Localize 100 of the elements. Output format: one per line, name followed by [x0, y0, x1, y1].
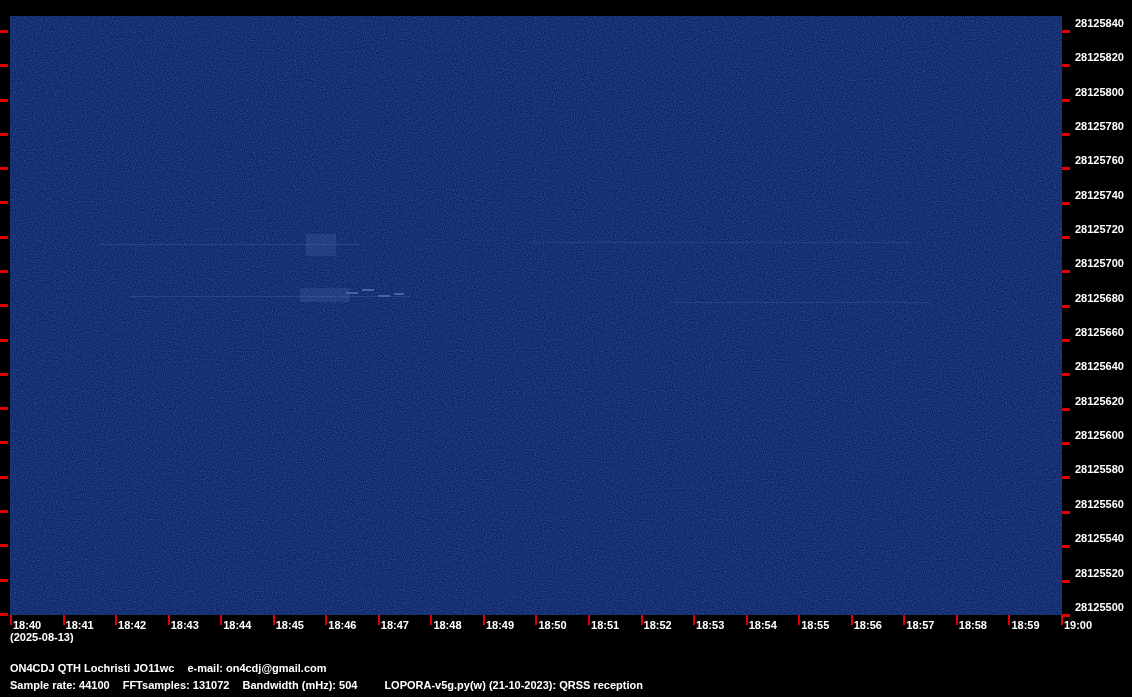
axis-tick — [1062, 236, 1070, 240]
axis-tick — [0, 235, 8, 239]
axis-tick — [0, 132, 8, 136]
time-label: 19:00 — [1063, 619, 1093, 631]
frequency-label: 28125600 — [1075, 429, 1124, 443]
axis-tick — [1062, 30, 1070, 33]
frequency-label: 28125620 — [1075, 394, 1124, 408]
info-text: LOPORA-v5g.py(w) (21-10-2023): QRSS reception — [384, 679, 643, 692]
axis-tick — [798, 615, 801, 625]
frequency-label: 28125680 — [1075, 291, 1124, 305]
axis-tick — [1062, 476, 1070, 480]
axis-tick — [0, 269, 8, 273]
frequency-label: 28125660 — [1075, 326, 1124, 340]
frequency-label: 28125500 — [1075, 600, 1124, 614]
axis-tick — [1008, 615, 1011, 625]
frequency-label: 28125640 — [1075, 360, 1124, 374]
frequency-label: 28125720 — [1075, 223, 1124, 237]
time-label: 18:49 — [485, 619, 515, 631]
info-text: ON4CDJ QTH Lochristi JO11wc — [10, 662, 175, 675]
axis-tick — [0, 612, 8, 616]
axis-tick — [0, 338, 8, 342]
time-label: 18:47 — [380, 619, 409, 631]
info-text: FFTsamples: 131072 — [122, 679, 230, 692]
axis-tick — [1062, 339, 1070, 343]
axis-tick — [482, 615, 485, 625]
time-label: 18:58 — [958, 619, 987, 631]
axis-tick — [1062, 64, 1070, 68]
frequency-label: 28125760 — [1075, 154, 1124, 168]
axis-tick — [1062, 407, 1070, 411]
axis-tick — [0, 407, 8, 411]
axis-tick — [535, 615, 538, 625]
axis-tick — [1062, 304, 1070, 308]
time-label: 18:51 — [591, 619, 620, 631]
axis-tick — [1062, 373, 1070, 377]
frequency-label: 28125560 — [1075, 497, 1124, 511]
time-label: 18:48 — [433, 619, 462, 631]
axis-tick — [0, 64, 8, 68]
axis-tick — [377, 615, 380, 625]
time-label: 18:57 — [906, 619, 935, 631]
time-label: 18:55 — [801, 619, 830, 631]
axis-tick — [1062, 98, 1070, 102]
axis-tick — [745, 615, 748, 625]
date-label: (2025-08-13) — [10, 631, 74, 644]
time-label: 18:50 — [538, 619, 567, 631]
time-label: 18:44 — [223, 619, 252, 631]
axis-tick — [167, 615, 170, 625]
axis-tick — [693, 615, 696, 625]
axis-tick — [0, 475, 8, 479]
axis-tick — [10, 615, 12, 625]
frequency-label: 28125740 — [1075, 188, 1124, 202]
axis-tick — [1062, 442, 1070, 446]
axis-tick — [430, 615, 433, 625]
axis-tick — [1062, 201, 1070, 205]
axis-tick — [588, 615, 590, 625]
axis-tick — [850, 615, 853, 625]
frequency-label: 28125580 — [1075, 463, 1124, 477]
axis-tick — [0, 372, 8, 376]
axis-tick — [640, 615, 643, 625]
axis-tick — [0, 509, 8, 513]
axis-tick — [1062, 579, 1070, 583]
time-label: 18:40 — [13, 619, 42, 631]
axis-tick — [0, 98, 8, 102]
axis-tick — [325, 615, 328, 625]
info-text: e-mail: on4cdj@gmail.com — [187, 662, 327, 675]
axis-tick — [0, 167, 8, 171]
time-label: 18:59 — [1011, 619, 1040, 631]
info-text: Sample rate: 44100 — [10, 679, 110, 692]
axis-tick — [115, 615, 118, 625]
frequency-label: 28125700 — [1075, 257, 1124, 271]
axis-tick — [0, 544, 8, 548]
axis-tick — [272, 615, 275, 625]
axis-tick — [1062, 167, 1070, 171]
axis-tick — [1062, 133, 1070, 137]
time-label: 18:56 — [853, 619, 882, 631]
time-label: 18:46 — [328, 619, 357, 631]
axis-tick — [0, 304, 8, 308]
frequency-label: 28125820 — [1075, 51, 1124, 65]
frequency-label: 28125520 — [1075, 566, 1124, 580]
time-label: 18:45 — [275, 619, 304, 631]
axis-tick — [1062, 510, 1070, 514]
axis-tick — [1062, 545, 1070, 549]
info-text: Bandwidth (mHz): 504 — [242, 679, 358, 692]
axis-tick — [0, 441, 8, 445]
axis-tick — [0, 201, 8, 205]
time-label: 18:43 — [170, 619, 199, 631]
axis-tick — [220, 615, 223, 625]
frequency-label: 28125800 — [1075, 85, 1124, 99]
time-label: 18:41 — [65, 619, 94, 631]
frequency-label: 28125540 — [1075, 532, 1124, 546]
frequency-label: 28125840 — [1075, 17, 1124, 30]
time-label: 18:42 — [118, 619, 147, 631]
axis-tick — [0, 578, 8, 582]
axis-tick — [62, 615, 65, 625]
axis-tick — [955, 615, 958, 625]
time-label: 18:53 — [696, 619, 725, 631]
frequency-label: 28125780 — [1075, 120, 1124, 134]
time-label: 18:54 — [748, 619, 777, 631]
axis-tick — [0, 30, 8, 33]
axis-tick — [1062, 270, 1070, 274]
axis-tick — [903, 615, 906, 625]
